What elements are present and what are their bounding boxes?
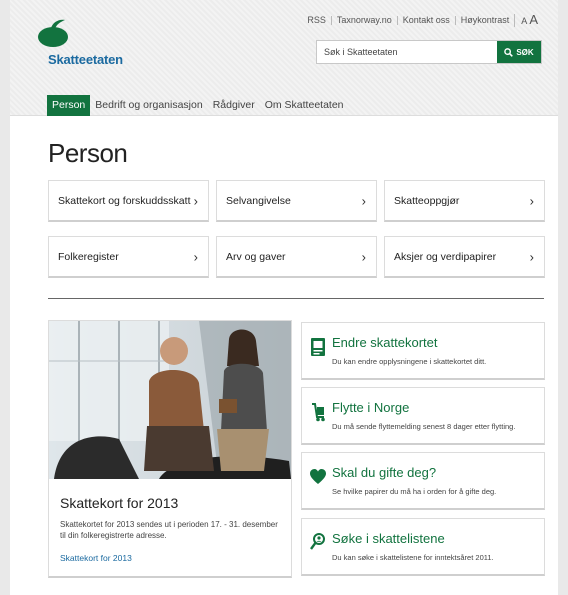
- card-text: Se hvilke papirer du må ha i orden for å…: [332, 487, 497, 496]
- chevron-right-icon: ›: [361, 249, 366, 264]
- rss-link[interactable]: RSS: [302, 16, 331, 25]
- tile-inheritance-gifts[interactable]: Arv og gaver ›: [216, 236, 377, 278]
- tile-label: Selvangivelse: [226, 194, 291, 207]
- feature-title: Skattekort for 2013: [60, 495, 179, 511]
- chevron-right-icon: ›: [193, 193, 198, 208]
- chevron-right-icon: ›: [193, 249, 198, 264]
- tile-label: Folkeregister: [58, 250, 119, 263]
- feature-card[interactable]: Skattekort for 2013 Skattekortet for 201…: [48, 320, 292, 578]
- feature-link[interactable]: Skattekort for 2013: [60, 553, 132, 563]
- page: Skatteetaten RSS Taxnorway.no Kontakt os…: [10, 0, 558, 595]
- search-button-label: SØK: [516, 47, 534, 57]
- chevron-right-icon: ›: [529, 193, 534, 208]
- people-photo-illustration: [49, 321, 291, 479]
- chevron-right-icon: ›: [361, 193, 366, 208]
- card-title: Søke i skattelistene: [332, 531, 445, 546]
- tab-business[interactable]: Bedrift og organisasjon: [90, 95, 207, 116]
- card-text: Du kan endre opplysningene i skattekorte…: [332, 357, 487, 366]
- card-title: Skal du gifte deg?: [332, 465, 437, 480]
- tile-tax-card[interactable]: Skattekort og forskuddsskatt ›: [48, 180, 209, 222]
- card-search-tax-lists[interactable]: Søke i skattelistene Du kan søke i skatt…: [301, 518, 545, 576]
- card-text: Du kan søke i skattelistene for inntekts…: [332, 553, 494, 562]
- tab-advisor[interactable]: Rådgiver: [208, 95, 260, 116]
- tile-label: Skattekort og forskuddsskatt: [58, 194, 191, 207]
- tile-label: Aksjer og verdipapirer: [394, 250, 497, 263]
- search-button[interactable]: SØK: [497, 41, 541, 63]
- tile-population-register[interactable]: Folkeregister ›: [48, 236, 209, 278]
- search-person-icon: [310, 533, 325, 550]
- tab-about[interactable]: Om Skatteetaten: [260, 95, 349, 116]
- moving-trolley-icon: [312, 403, 325, 422]
- card-title: Flytte i Norge: [332, 400, 410, 415]
- card-move-in-norway[interactable]: Flytte i Norge Du må sende flyttemelding…: [301, 387, 545, 445]
- high-contrast-link[interactable]: Høykontrast: [454, 16, 515, 25]
- main-nav: Person Bedrift og organisasjon Rådgiver …: [47, 95, 349, 116]
- tile-shares-securities[interactable]: Aksjer og verdipapirer ›: [384, 236, 545, 278]
- heart-icon: [310, 469, 326, 484]
- utility-links: RSS Taxnorway.no Kontakt oss Høykontrast…: [302, 12, 538, 27]
- tile-tax-settlement[interactable]: Skatteoppgjør ›: [384, 180, 545, 222]
- card-change-tax-card[interactable]: Endre skattekortet Du kan endre opplysni…: [301, 322, 545, 380]
- card-title: Endre skattekortet: [332, 335, 438, 350]
- card-getting-married[interactable]: Skal du gifte deg? Se hvilke papirer du …: [301, 452, 545, 510]
- chevron-right-icon: ›: [529, 249, 534, 264]
- feature-text: Skattekortet for 2013 sendes ut i period…: [60, 520, 278, 540]
- contact-link[interactable]: Kontakt oss: [396, 16, 455, 25]
- text-size-control[interactable]: A A: [514, 12, 538, 27]
- search-input[interactable]: [317, 41, 497, 63]
- feature-photo: [49, 321, 291, 479]
- card-text: Du må sende flyttemelding senest 8 dager…: [332, 422, 516, 431]
- tile-label: Arv og gaver: [226, 250, 286, 263]
- taxnorway-link[interactable]: Taxnorway.no: [330, 16, 397, 25]
- section-divider: [48, 298, 544, 299]
- search-icon: [504, 47, 514, 57]
- tile-label: Skatteoppgjør: [394, 194, 460, 207]
- search-box: SØK: [316, 40, 542, 64]
- tile-tax-return[interactable]: Selvangivelse ›: [216, 180, 377, 222]
- logo-text[interactable]: Skatteetaten: [48, 52, 123, 67]
- site-header: Skatteetaten RSS Taxnorway.no Kontakt os…: [10, 0, 558, 116]
- page-title: Person: [48, 138, 128, 168]
- tax-card-icon: [311, 338, 325, 356]
- tab-person[interactable]: Person: [47, 95, 91, 116]
- logo-icon[interactable]: [35, 18, 77, 48]
- text-size-large-button[interactable]: A: [529, 12, 538, 27]
- text-size-small-button[interactable]: A: [521, 16, 527, 26]
